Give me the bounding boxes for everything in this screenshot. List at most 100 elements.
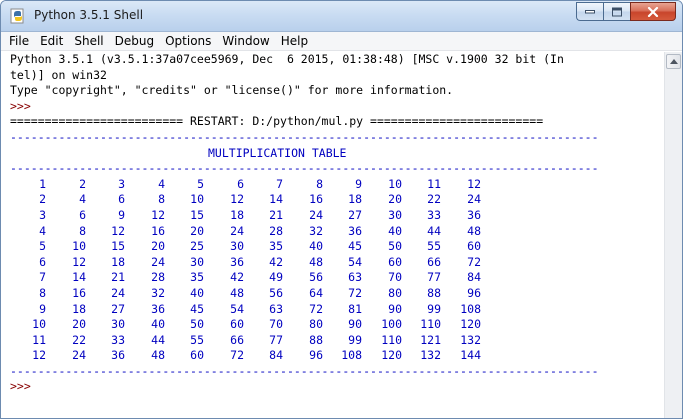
table-cell: 99 xyxy=(348,332,362,347)
menu-bar: File Edit Shell Debug Options Window Hel… xyxy=(1,32,682,51)
menu-help[interactable]: Help xyxy=(281,34,308,48)
menu-window[interactable]: Window xyxy=(222,34,269,48)
scroll-up-button[interactable] xyxy=(666,54,681,69)
table-cell: 27 xyxy=(348,207,362,222)
table-cell: 9 xyxy=(39,301,46,316)
title-bar[interactable]: Python 3.5.1 Shell xyxy=(1,1,682,32)
table-cell: 40 xyxy=(388,223,402,238)
table-cell: 33 xyxy=(427,207,441,222)
vertical-scrollbar[interactable] xyxy=(664,52,682,418)
close-icon xyxy=(647,6,659,17)
table-cell: 36 xyxy=(348,223,362,238)
table-cell: 84 xyxy=(269,348,283,363)
table-cell: 110 xyxy=(381,332,402,347)
final-prompt: >>> xyxy=(10,379,38,394)
table-cell: 45 xyxy=(190,301,204,316)
table-cell: 70 xyxy=(388,270,402,285)
table-cell: 20 xyxy=(190,223,204,238)
minimize-button[interactable] xyxy=(576,2,603,21)
table-cell: 33 xyxy=(111,332,125,347)
table-cell: 36 xyxy=(467,207,481,222)
table-cell: 36 xyxy=(111,348,125,363)
maximize-icon xyxy=(612,7,622,16)
idle-shell-window: Python 3.5.1 Shell File Edit Shell Debug… xyxy=(0,0,683,419)
table-cell: 4 xyxy=(79,192,86,207)
table-cell: 108 xyxy=(341,348,362,363)
table-cell: 30 xyxy=(388,207,402,222)
menu-edit[interactable]: Edit xyxy=(40,34,63,48)
table-cell: 16 xyxy=(151,223,165,238)
menu-options[interactable]: Options xyxy=(165,34,211,48)
table-cell: 5 xyxy=(197,176,204,191)
window-controls xyxy=(576,2,676,21)
table-cell: 120 xyxy=(381,348,402,363)
table-cell: 12 xyxy=(32,348,46,363)
table-cell: 48 xyxy=(230,285,244,300)
table-cell: 60 xyxy=(230,317,244,332)
table-cell: 3 xyxy=(39,207,46,222)
close-button[interactable] xyxy=(630,2,676,21)
table-cell: 10 xyxy=(32,317,46,332)
table-cell: 49 xyxy=(269,270,283,285)
table-cell: 36 xyxy=(151,301,165,316)
table-cell: 80 xyxy=(388,285,402,300)
table-cell: 6 xyxy=(118,192,125,207)
table-cell: 24 xyxy=(151,254,165,269)
table-cell: 6 xyxy=(39,254,46,269)
table-cell: 48 xyxy=(151,348,165,363)
table-cell: 72 xyxy=(348,285,362,300)
menu-shell[interactable]: Shell xyxy=(74,34,103,48)
table-cell: 42 xyxy=(269,254,283,269)
table-cell: 11 xyxy=(427,176,441,191)
table-cell: 30 xyxy=(230,239,244,254)
menu-file[interactable]: File xyxy=(9,34,29,48)
table-cell: 50 xyxy=(388,239,402,254)
table-cell: 121 xyxy=(420,332,441,347)
table-cell: 81 xyxy=(348,301,362,316)
table-cell: 7 xyxy=(39,270,46,285)
table-cell: 50 xyxy=(190,317,204,332)
table-cell: 15 xyxy=(190,207,204,222)
table-cell: 63 xyxy=(269,301,283,316)
table-row: 5 10 15 20 25 30 35 40 45 50 55 60 xyxy=(10,239,666,255)
table-cell: 54 xyxy=(348,254,362,269)
table-cell: 24 xyxy=(111,285,125,300)
table-cell: 18 xyxy=(72,301,86,316)
table-cell: 110 xyxy=(420,317,441,332)
table-cell: 66 xyxy=(427,254,441,269)
info-line: Type "copyright", "credits" or "license(… xyxy=(10,83,454,98)
table-cell: 8 xyxy=(79,223,86,238)
table-cell: 9 xyxy=(118,207,125,222)
table-row: 2 4 6 8 10 12 14 16 18 20 22 24 xyxy=(10,192,666,208)
python-idle-icon[interactable] xyxy=(9,7,27,25)
table-cell: 40 xyxy=(190,285,204,300)
banner-line-2: tel)] on win32 xyxy=(10,67,107,82)
shell-text-area[interactable]: Python 3.5.1 (v3.5.1:37a07cee5969, Dec 6… xyxy=(10,52,666,418)
table-cell: 21 xyxy=(111,270,125,285)
table-row: 8 16 24 32 40 48 56 64 72 80 88 96 xyxy=(10,286,666,302)
prompt: >>> xyxy=(10,98,38,113)
table-cell: 60 xyxy=(190,348,204,363)
table-cell: 14 xyxy=(72,270,86,285)
table-cell: 36 xyxy=(230,254,244,269)
table-title: MULTIPLICATION TABLE xyxy=(208,145,347,160)
maximize-button[interactable] xyxy=(603,2,630,21)
table-cell: 90 xyxy=(388,301,402,316)
table-cell: 48 xyxy=(467,223,481,238)
table-cell: 20 xyxy=(72,317,86,332)
table-cell: 11 xyxy=(32,332,46,347)
table-cell: 22 xyxy=(427,192,441,207)
table-cell: 56 xyxy=(309,270,323,285)
table-row: 1 2 3 4 5 6 7 8 9 10 11 12 xyxy=(10,177,666,193)
table-cell: 44 xyxy=(151,332,165,347)
table-cell: 15 xyxy=(111,239,125,254)
table-cell: 12 xyxy=(111,223,125,238)
table-cell: 14 xyxy=(269,192,283,207)
table-cell: 66 xyxy=(230,332,244,347)
table-cell: 55 xyxy=(427,239,441,254)
table-cell: 40 xyxy=(151,317,165,332)
table-row: 9 18 27 36 45 54 63 72 81 90 99 108 xyxy=(10,302,666,318)
table-cell: 30 xyxy=(111,317,125,332)
menu-debug[interactable]: Debug xyxy=(115,34,154,48)
table-cell: 77 xyxy=(427,270,441,285)
